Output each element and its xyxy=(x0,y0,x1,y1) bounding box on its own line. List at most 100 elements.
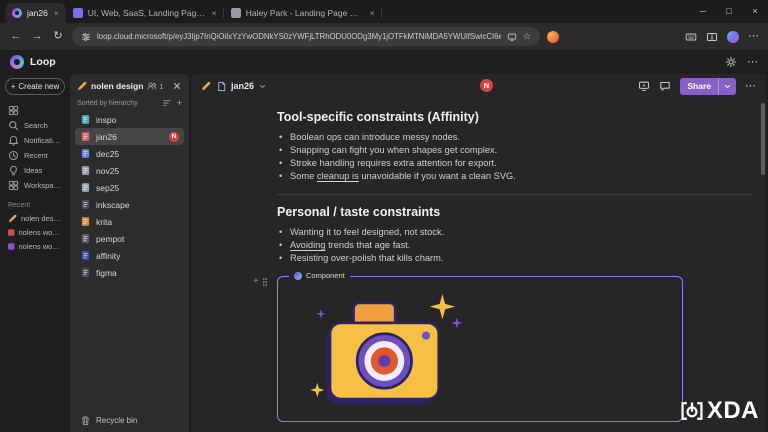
xda-watermark: XDA xyxy=(680,397,759,425)
share-chevron-icon[interactable] xyxy=(719,82,736,91)
page-label: inkscape xyxy=(96,200,130,210)
sidebar-item-home[interactable] xyxy=(3,103,67,118)
bell-icon xyxy=(8,135,19,146)
page-label: inspo xyxy=(96,115,116,125)
create-new-button[interactable]: + Create new xyxy=(5,78,65,95)
camera-illustration xyxy=(300,283,476,419)
page-icon xyxy=(80,114,91,125)
page-item-figma[interactable]: figma xyxy=(75,264,184,281)
sidebar-item-notifications[interactable]: Notifications xyxy=(3,133,67,148)
refresh-button[interactable]: ↻ xyxy=(51,31,65,42)
sort-label[interactable]: Sorted by hierarchy xyxy=(77,100,138,107)
page-item-inspo[interactable]: inspo xyxy=(75,111,184,128)
add-page-icon[interactable]: + xyxy=(177,99,182,108)
favorites-star-icon[interactable]: ☆ xyxy=(523,32,531,41)
sidebar-item-ideas[interactable]: Ideas xyxy=(3,163,67,178)
scrollbar-thumb[interactable] xyxy=(761,103,765,175)
copilot-icon[interactable] xyxy=(727,31,739,43)
tab-close-icon[interactable]: × xyxy=(54,8,59,18)
page-item-dec25[interactable]: dec25 xyxy=(75,145,184,162)
forward-button[interactable]: → xyxy=(30,31,44,42)
recent-item-workspace-2[interactable]: nolens workspace xyxy=(3,239,67,253)
bullet-list: Boolean ops can introduce messy nodes. S… xyxy=(277,131,752,183)
sidebar-item-workspaces[interactable]: Workspaces xyxy=(3,178,67,193)
back-button[interactable]: ← xyxy=(9,31,23,42)
page-label: krita xyxy=(96,217,112,227)
page-item-krita[interactable]: krita xyxy=(75,213,184,230)
page-label: sep25 xyxy=(96,183,119,193)
scrollbar[interactable] xyxy=(761,100,765,429)
sort-order-icon[interactable] xyxy=(162,98,172,108)
component-box[interactable]: Component xyxy=(277,276,683,422)
page-icon xyxy=(80,250,91,261)
page-icon xyxy=(80,165,91,176)
share-button[interactable]: Share xyxy=(680,78,736,95)
sidebar-item-label: Workspaces xyxy=(24,181,62,190)
block-controls: + xyxy=(253,276,270,288)
page-item-nov25[interactable]: nov25 xyxy=(75,162,184,179)
workspace-title: nolen design xyxy=(91,81,143,91)
page-item-pempot[interactable]: pempot xyxy=(75,230,184,247)
browser-window: jan26 × UI, Web, SaaS, Landing Page & Mo… xyxy=(0,0,768,432)
drag-handle-icon[interactable] xyxy=(260,276,270,288)
document-content[interactable]: Tool-specific constraints (Affinity) Boo… xyxy=(191,98,766,432)
browser-menu-icon[interactable]: ⋯ xyxy=(748,31,759,42)
members-indicator[interactable]: 1 xyxy=(147,81,163,91)
sidebar-item-search[interactable]: Search xyxy=(3,118,67,133)
share-label: Share xyxy=(680,81,718,91)
page-title: jan26 xyxy=(231,81,254,91)
recent-item-workspace-1[interactable]: nolens workspace xyxy=(3,225,67,239)
page-icon xyxy=(80,216,91,227)
presence-badge: N xyxy=(169,132,179,142)
recycle-bin[interactable]: Recycle bin xyxy=(75,411,184,428)
document-more-icon[interactable]: ⋯ xyxy=(745,81,756,92)
loop-favicon xyxy=(12,8,22,18)
page-label: jan26 xyxy=(96,132,117,142)
tab-ui-web-saas[interactable]: UI, Web, SaaS, Landing Page & Mob... × xyxy=(66,3,224,23)
maximize-button[interactable]: □ xyxy=(716,0,742,23)
keyboard-icon[interactable] xyxy=(685,31,697,43)
send-to-device-icon[interactable] xyxy=(507,32,517,42)
bullet-item: Resisting over-polish that kills charm. xyxy=(277,252,752,265)
workspace-panel: nolen design 1 Sorted by hierarchy + xyxy=(70,74,189,432)
present-icon[interactable] xyxy=(638,80,650,92)
app-header-icons: ⋯ xyxy=(725,56,758,68)
page-item-inkscape[interactable]: inkscape xyxy=(75,196,184,213)
panel-close-icon[interactable] xyxy=(172,81,182,91)
tab-haley-park[interactable]: Haley Park - Landing Page Design [... × xyxy=(224,3,382,23)
site-info-icon[interactable] xyxy=(81,32,91,42)
page-list: inspo jan26 N dec25 nov25 xyxy=(75,111,184,281)
browser-essentials-icon[interactable] xyxy=(547,31,559,43)
bullet-item: Stroke handling requires extra attention… xyxy=(277,157,752,170)
pencil-icon xyxy=(201,81,211,91)
breadcrumb[interactable]: jan26 xyxy=(216,81,267,92)
page-item-jan26[interactable]: jan26 N xyxy=(75,128,184,145)
address-bar[interactable]: loop.cloud.microsoft/p/eyJ3Ijp7InQiOiIxY… xyxy=(72,27,540,46)
split-screen-icon[interactable] xyxy=(706,31,718,43)
tab-close-icon[interactable]: × xyxy=(370,8,375,18)
workspaces-grid-icon xyxy=(8,180,19,191)
pencil-icon xyxy=(77,81,87,91)
presence-avatar[interactable]: N xyxy=(480,79,493,92)
section-heading: Tool-specific constraints (Affinity) xyxy=(277,110,752,124)
workspace-icon xyxy=(8,242,15,251)
settings-gear-icon[interactable] xyxy=(725,56,737,68)
comments-icon[interactable] xyxy=(659,80,671,92)
page-label: dec25 xyxy=(96,149,119,159)
insert-block-icon[interactable]: + xyxy=(253,277,259,287)
tab-title: jan26 xyxy=(27,8,48,18)
recent-item-nolen-design[interactable]: nolen design xyxy=(3,211,67,225)
app-body: + Create new Search Notifications Recent xyxy=(0,74,768,432)
close-button[interactable]: × xyxy=(742,0,768,23)
sort-row: Sorted by hierarchy + xyxy=(75,98,184,111)
minimize-button[interactable]: ─ xyxy=(690,0,716,23)
app-more-icon[interactable]: ⋯ xyxy=(747,57,758,68)
page-item-affinity[interactable]: affinity xyxy=(75,247,184,264)
sidebar-item-recent[interactable]: Recent xyxy=(3,148,67,163)
clock-icon xyxy=(8,150,19,161)
page-doc-icon xyxy=(216,81,227,92)
tab-jan26[interactable]: jan26 × xyxy=(5,3,66,23)
chevron-down-icon[interactable] xyxy=(258,82,267,91)
page-item-sep25[interactable]: sep25 xyxy=(75,179,184,196)
tab-close-icon[interactable]: × xyxy=(212,8,217,18)
